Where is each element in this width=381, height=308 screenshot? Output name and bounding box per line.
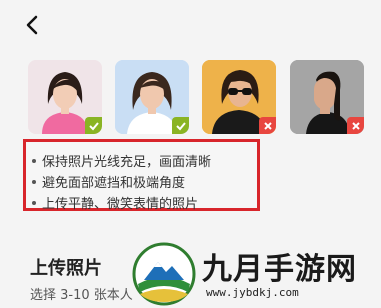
invalid-badge: [347, 117, 364, 134]
bullet-icon: [32, 201, 36, 205]
watermark: 九月手游网 www.jybdkj.com: [130, 240, 381, 308]
example-photo-2: [115, 60, 189, 134]
upload-section-subtitle: 选择 3-10 张本人: [30, 288, 133, 303]
watermark-url: www.jybdkj.com: [206, 286, 299, 299]
valid-badge: [85, 117, 102, 134]
watermark-title: 九月手游网: [202, 252, 357, 287]
mountain-logo-icon: [132, 242, 196, 306]
tip-text: 保持照片光线充足，画面清晰: [42, 155, 212, 170]
check-icon: [175, 121, 186, 130]
close-icon: [351, 121, 360, 130]
invalid-badge: [259, 117, 276, 134]
bullet-icon: [32, 159, 36, 163]
tip-item: 上传平静、微笑表情的照片: [32, 193, 198, 212]
upload-section-title: 上传照片: [30, 258, 102, 279]
example-photo-4: [290, 60, 364, 134]
photo-tips-box: 保持照片光线充足，画面清晰 避免面部遮挡和极端角度 上传平静、微笑表情的照片: [23, 139, 260, 212]
bullet-icon: [32, 180, 36, 184]
valid-badge: [172, 117, 189, 134]
back-button[interactable]: [20, 12, 48, 40]
example-photos: [28, 60, 368, 136]
chevron-left-icon: [26, 15, 38, 35]
example-photo-3: [202, 60, 276, 134]
tip-text: 避免面部遮挡和极端角度: [42, 176, 186, 191]
tip-text: 上传平静、微笑表情的照片: [42, 197, 199, 212]
example-photo-1: [28, 60, 102, 134]
check-icon: [88, 121, 99, 130]
tip-item: 避免面部遮挡和极端角度: [32, 172, 185, 191]
close-icon: [263, 121, 272, 130]
tip-item: 保持照片光线充足，画面清晰: [32, 151, 211, 170]
